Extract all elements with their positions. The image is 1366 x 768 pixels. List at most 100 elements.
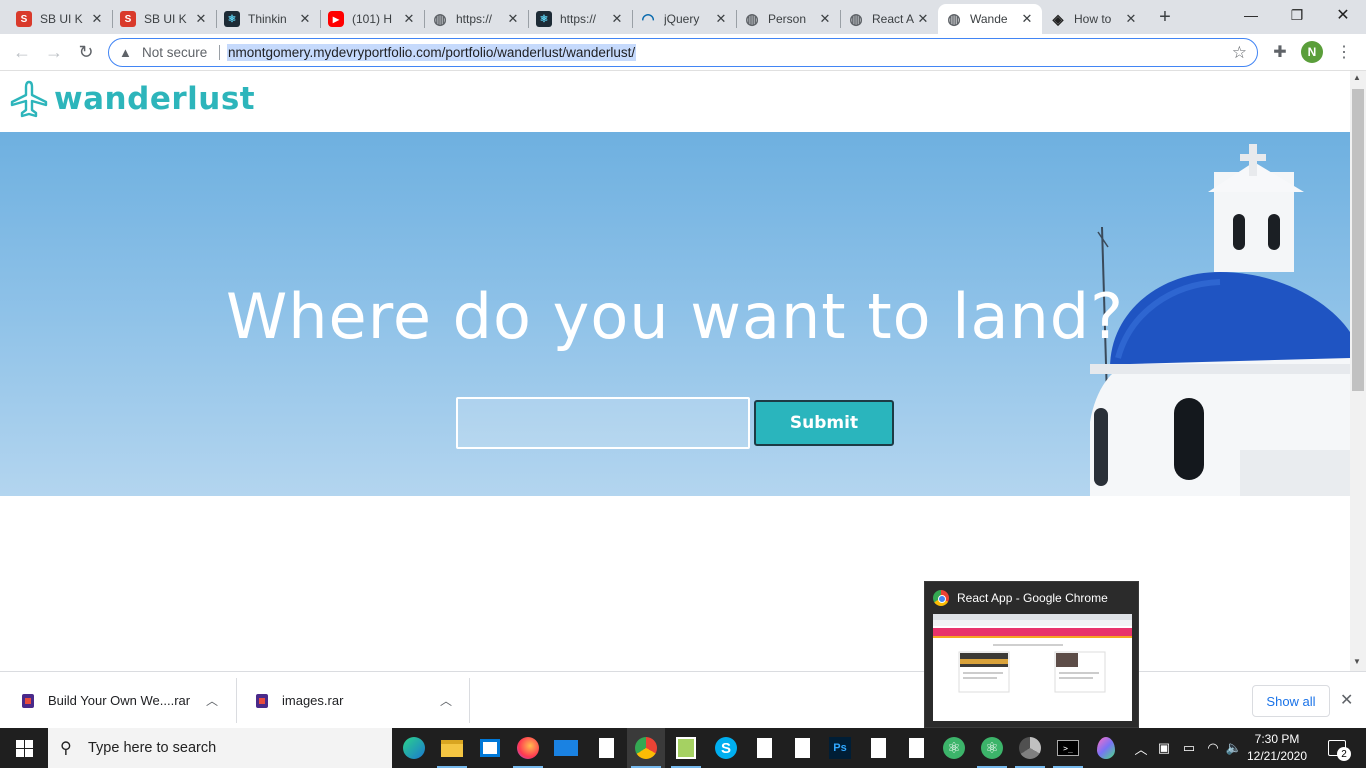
close-icon[interactable]: ✕ [818, 11, 832, 27]
scroll-down-arrow-icon[interactable]: ▼ [1353, 657, 1361, 666]
chevron-up-icon[interactable]: ︿ [206, 692, 218, 709]
url-text[interactable]: nmontgomery.mydevryportfolio.com/portfol… [227, 44, 637, 61]
close-icon[interactable]: ✕ [194, 11, 208, 27]
tab-sb-ui-kit-2[interactable]: S SB UI K ✕ [112, 4, 216, 34]
taskbar-file-4[interactable] [859, 728, 897, 768]
taskbar-chrome[interactable] [627, 728, 665, 768]
tab-wanderlust[interactable]: ◍ Wande ✕ [938, 4, 1042, 34]
close-icon[interactable]: ✕ [714, 11, 728, 27]
taskbar-edge[interactable] [395, 728, 433, 768]
folder-icon [441, 739, 463, 757]
taskbar-mail[interactable] [547, 728, 585, 768]
taskbar-file-2[interactable] [745, 728, 783, 768]
extensions-puzzle-icon[interactable]: ✚ [1268, 40, 1292, 64]
tab-react-app[interactable]: ◍ React A ✕ [840, 4, 938, 34]
taskbar-store[interactable] [471, 728, 509, 768]
wifi-icon[interactable]: ◠ [1202, 728, 1224, 768]
rar-file-icon [256, 693, 268, 708]
taskbar-atom-1[interactable]: ⚛ [935, 728, 973, 768]
scroll-up-arrow-icon[interactable]: ▲ [1353, 73, 1361, 82]
volume-icon[interactable]: 🔈 [1224, 728, 1244, 768]
tab-how-to[interactable]: ◈ How to ✕ [1042, 4, 1146, 34]
close-icon[interactable]: ✕ [610, 11, 624, 27]
reload-button[interactable]: ↻ [74, 40, 98, 64]
destination-search-input[interactable] [456, 397, 750, 449]
globe-icon: ◍ [433, 11, 447, 28]
taskbar-notepadpp[interactable] [667, 728, 705, 768]
taskbar-search-box[interactable]: ⚲ Type here to search [48, 728, 392, 768]
close-icon[interactable]: ✕ [506, 11, 520, 27]
taskbar-window-preview[interactable]: React App - Google Chrome [924, 581, 1139, 728]
battery-icon[interactable]: ▭ [1178, 728, 1200, 768]
minimize-button[interactable]: — [1228, 0, 1274, 30]
window-close-button[interactable]: ✕ [1320, 0, 1366, 30]
warning-icon[interactable]: ▲ [119, 45, 132, 60]
globe-icon: ◍ [745, 11, 759, 28]
rar-file-icon [22, 693, 34, 708]
profile-avatar[interactable]: N [1301, 41, 1323, 63]
s-brand-icon: S [120, 11, 136, 27]
taskbar-file-explorer[interactable] [433, 728, 471, 768]
taskbar-firefox[interactable] [509, 728, 547, 768]
document-icon [756, 738, 772, 758]
action-center-button[interactable]: 2 [1320, 728, 1354, 768]
download-item[interactable]: images.rar ︿ [256, 672, 466, 729]
taskbar-chrome-dev[interactable] [1011, 728, 1049, 768]
start-button[interactable] [0, 728, 48, 768]
scrollbar-thumb[interactable] [1352, 89, 1364, 391]
tab-https-2[interactable]: ⚛ https:// ✕ [528, 4, 632, 34]
tab-sb-ui-kit-1[interactable]: S SB UI K ✕ [8, 4, 112, 34]
tab-youtube[interactable]: ▶ (101) H ✕ [320, 4, 424, 34]
skype-icon: S [715, 737, 737, 759]
chevron-up-icon[interactable]: ︿ [440, 692, 452, 709]
tab-jquery[interactable]: ◠ jQuery ✕ [632, 4, 736, 34]
taskbar-paint[interactable] [1087, 728, 1125, 768]
preview-thumbnail[interactable] [933, 614, 1132, 721]
chrome-dev-icon [1019, 737, 1041, 759]
close-icon[interactable]: ✕ [90, 11, 104, 27]
address-bar[interactable]: ▲ Not secure nmontgomery.mydevryportfoli… [108, 38, 1258, 67]
taskbar-file-3[interactable] [783, 728, 821, 768]
hero-banner: Where do you want to land? Submit [0, 132, 1350, 496]
menu-kebab-icon[interactable]: ⋮ [1332, 40, 1356, 64]
taskbar-atom-2[interactable]: ⚛ [973, 728, 1011, 768]
taskbar-skype[interactable]: S [707, 728, 745, 768]
clock-date: 12/21/2020 [1246, 749, 1308, 763]
download-filename: images.rar [282, 693, 344, 708]
taskbar-terminal[interactable]: >_ [1049, 728, 1087, 768]
submit-button[interactable]: Submit [754, 400, 894, 446]
close-icon[interactable]: ✕ [402, 11, 416, 27]
tray-chevron-up-icon[interactable]: ︿ [1132, 728, 1150, 768]
back-button[interactable]: ← [10, 40, 34, 64]
download-item[interactable]: Build Your Own We....rar ︿ [22, 672, 232, 729]
forward-button[interactable]: → [42, 40, 66, 64]
download-filename: Build Your Own We....rar [48, 693, 191, 708]
not-secure-label[interactable]: Not secure [142, 45, 207, 60]
show-all-button[interactable]: Show all [1252, 685, 1330, 717]
site-logo[interactable]: wanderlust [10, 80, 255, 118]
tab-thinking[interactable]: ⚛ Thinkin ✕ [216, 4, 320, 34]
tray-meet-icon[interactable]: ▣ [1154, 728, 1174, 768]
page-scrollbar[interactable]: ▲ ▼ [1350, 71, 1366, 671]
taskbar-photoshop[interactable]: Ps [821, 728, 859, 768]
bookmark-star-icon[interactable]: ☆ [1232, 43, 1247, 63]
terminal-icon: >_ [1057, 740, 1079, 756]
system-clock[interactable]: 7:30 PM 12/21/2020 [1244, 731, 1310, 765]
tab-personal[interactable]: ◍ Person ✕ [736, 4, 840, 34]
windows-taskbar: ⚲ Type here to search S Ps ⚛ ⚛ >_ ︿ ▣ ▭ … [0, 728, 1366, 768]
close-icon[interactable]: ✕ [1020, 11, 1034, 27]
close-icon[interactable]: ✕ [298, 11, 312, 27]
codepen-icon: ◈ [1052, 10, 1064, 27]
tab-strip: S SB UI K ✕ S SB UI K ✕ ⚛ Thinkin ✕ ▶ (1… [0, 0, 1366, 34]
new-tab-button[interactable]: + [1154, 6, 1176, 28]
airplane-icon [10, 80, 48, 118]
taskbar-file-5[interactable] [897, 728, 935, 768]
close-icon[interactable]: ✕ [916, 11, 930, 27]
tab-https-1[interactable]: ◍ https:// ✕ [424, 4, 528, 34]
maximize-button[interactable]: ❐ [1274, 0, 1320, 30]
taskbar-file-1[interactable] [587, 728, 625, 768]
page-viewport: wanderlust Where do you want to land? Su… [0, 71, 1350, 671]
jquery-icon: ◠ [641, 11, 655, 28]
close-downloads-icon[interactable]: ✕ [1340, 690, 1353, 710]
close-icon[interactable]: ✕ [1124, 11, 1138, 27]
